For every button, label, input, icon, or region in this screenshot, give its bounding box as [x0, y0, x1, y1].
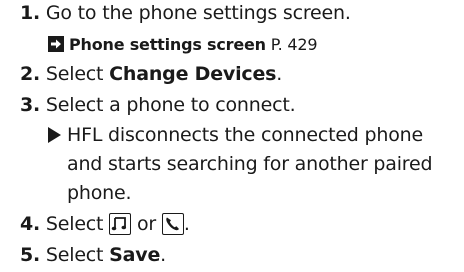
- step-number: 2.: [20, 63, 41, 85]
- reference-link[interactable]: Phone settings screen P. 429: [48, 34, 318, 56]
- step-number: 1.: [20, 2, 41, 24]
- note-text: HFL disconnects the connected phone: [67, 124, 423, 146]
- step-3: 3. Select a phone to connect.: [20, 94, 296, 116]
- step-text-pre: Select: [45, 244, 110, 266]
- step-text-post: .: [183, 213, 190, 235]
- note-text: phone.: [67, 182, 132, 204]
- step-number: 5.: [20, 244, 41, 266]
- step-text-mid: or: [131, 213, 162, 235]
- note-line-1: HFL disconnects the connected phone: [48, 124, 423, 146]
- step-1: 1. Go to the phone settings screen.: [20, 2, 351, 24]
- step-number: 4.: [20, 213, 41, 235]
- step-text-bold: Change Devices: [109, 63, 277, 85]
- note-line-3: phone.: [67, 182, 132, 204]
- instruction-page: 1. Go to the phone settings screen. Phon…: [0, 0, 464, 272]
- step-text-pre: Select: [45, 213, 110, 235]
- right-arrow-box-icon: [48, 36, 64, 52]
- step-text-pre: Select: [45, 63, 110, 85]
- phone-handset-icon[interactable]: [161, 213, 184, 235]
- note-line-2: and starts searching for another paired: [67, 153, 433, 175]
- step-text-post: .: [160, 244, 166, 266]
- reference-title: Phone settings screen: [69, 35, 266, 54]
- step-text: Go to the phone settings screen.: [45, 2, 351, 24]
- step-text: Select a phone to connect.: [45, 94, 296, 116]
- step-number: 3.: [20, 94, 41, 116]
- step-2: 2. Select Change Devices.: [20, 63, 282, 85]
- note-text: and starts searching for another paired: [67, 153, 433, 175]
- music-note-icon[interactable]: [109, 213, 132, 235]
- step-4: 4. Select or .: [20, 213, 190, 235]
- triangle-bullet-icon: [48, 127, 61, 143]
- step-5: 5. Select Save.: [20, 244, 166, 266]
- step-text-post: .: [276, 63, 283, 85]
- reference-page: P. 429: [270, 35, 318, 54]
- step-text-bold: Save: [109, 244, 161, 266]
